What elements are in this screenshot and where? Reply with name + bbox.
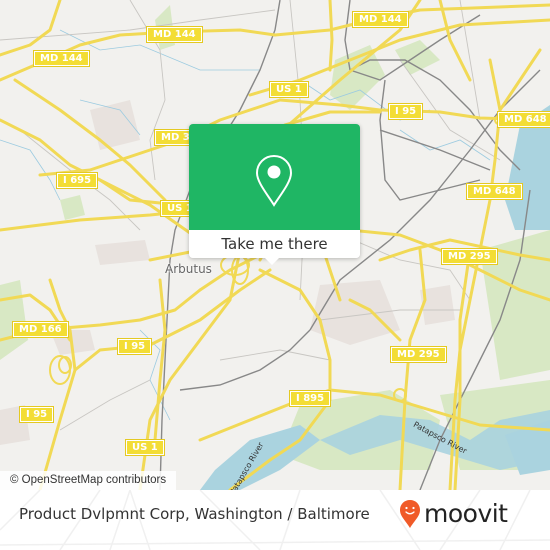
map-pin-icon [255, 154, 293, 207]
road-shield-md144: MD 144 [33, 50, 90, 67]
map[interactable]: MD 144 MD 144 MD 144 MD 37 I 695 US 1 US… [0, 0, 550, 490]
popup-pointer [264, 257, 280, 265]
road-shield-md648: MD 648 [466, 183, 523, 200]
moovit-wordmark: moovit [424, 499, 508, 528]
moovit-logo[interactable]: moovit [399, 499, 508, 529]
popup-header [189, 124, 360, 230]
map-attribution[interactable]: © OpenStreetMap contributors [0, 471, 177, 490]
take-me-there-button[interactable]: Take me there [189, 230, 360, 258]
road-shield-md295: MD 295 [441, 248, 498, 265]
road-shield-md166: MD 166 [12, 321, 69, 338]
road-shield-us1: US 1 [269, 81, 309, 98]
footer-bar: Product Dvlpmnt Corp, Washington / Balti… [0, 490, 550, 550]
road-shield-md295: MD 295 [390, 346, 447, 363]
road-shield-md144: MD 144 [146, 26, 203, 43]
road-shield-i695: I 695 [55, 172, 99, 189]
location-popup: Take me there [189, 124, 360, 265]
road-shield-i95: I 95 [116, 338, 153, 355]
road-shield-i95: I 95 [18, 406, 55, 423]
road-shield-md648: MD 648 [497, 111, 550, 128]
road-shield-i895: I 895 [288, 390, 332, 407]
road-shield-i95: I 95 [387, 103, 424, 120]
road-shield-us1: US 1 [125, 439, 165, 456]
place-label-arbutus: Arbutus [165, 262, 212, 276]
place-title: Product Dvlpmnt Corp, Washington / Balti… [19, 505, 370, 523]
road-shield-md144: MD 144 [352, 11, 409, 28]
take-me-there-label: Take me there [221, 235, 328, 253]
moovit-pin-icon [400, 500, 420, 528]
